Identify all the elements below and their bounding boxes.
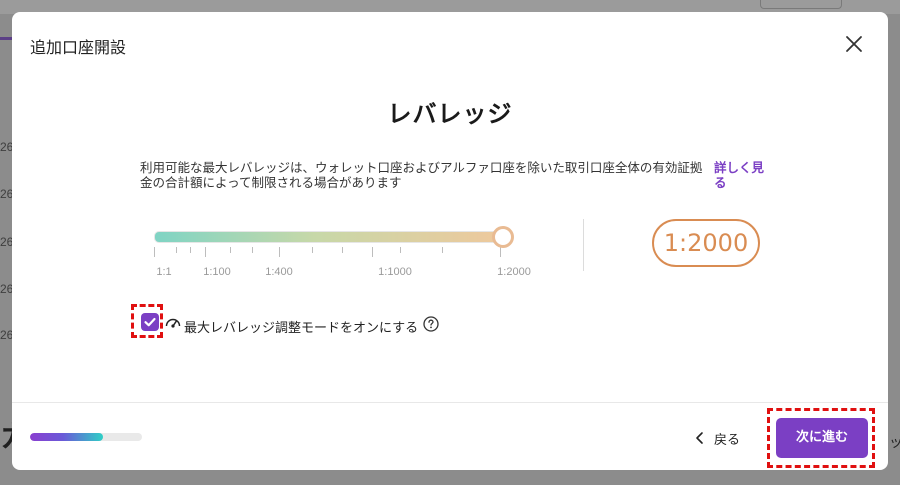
step-progress-fill: [30, 433, 103, 441]
slider-tick-label: 1:2000: [497, 266, 531, 278]
step-progress-bar: [30, 433, 142, 441]
background-top-button: [760, 0, 842, 9]
slider-tick: [190, 247, 191, 253]
leverage-slider[interactable]: 1:1 1:100 1:400 1:1000 1:2000: [152, 217, 531, 287]
vertical-divider: [583, 219, 584, 271]
add-account-modal: 追加口座開設 レバレッジ 利用可能な最大レバレッジは、ウォレット口座およびアルフ…: [12, 12, 888, 470]
slider-tick: [442, 247, 443, 253]
leverage-description: 利用可能な最大レバレッジは、ウォレット口座およびアルファ口座を除いた取引口座全体…: [140, 160, 703, 190]
slider-tick: [205, 247, 206, 257]
slider-tick-label: 1:1000: [378, 266, 412, 278]
slider-tick: [372, 247, 373, 257]
learn-more-link[interactable]: 詳しく見る: [714, 160, 764, 190]
slider-tick: [342, 247, 343, 253]
slider-tick: [176, 247, 177, 253]
slider-track[interactable]: [154, 231, 510, 243]
slider-tick: [252, 247, 253, 253]
slider-tick: [400, 247, 401, 253]
next-button[interactable]: 次に進む: [776, 418, 868, 458]
slider-tick: [279, 247, 280, 257]
back-button-label: 戻る: [714, 432, 741, 448]
slider-tick: [500, 247, 501, 257]
background-accent-line: [0, 37, 12, 40]
back-button[interactable]: 戻る: [694, 428, 740, 448]
max-leverage-mode-checkbox[interactable]: [141, 313, 159, 331]
modal-title: 追加口座開設: [30, 38, 127, 57]
slider-tick: [312, 247, 313, 253]
gauge-icon: [164, 314, 182, 332]
modal-header: 追加口座開設: [12, 12, 888, 74]
section-heading: レバレッジ: [387, 100, 513, 128]
slider-tick: [230, 247, 231, 253]
footer-divider: [12, 402, 888, 403]
background-text-fragment: ッ: [889, 435, 900, 451]
chevron-left-icon: [696, 432, 703, 444]
slider-tick-label: 1:1: [156, 266, 172, 278]
leverage-value-display: 1:2000: [652, 219, 760, 267]
max-leverage-mode-label[interactable]: 最大レバレッジ調整モードをオンにする: [184, 317, 418, 336]
close-icon: [846, 36, 862, 52]
close-button[interactable]: [842, 32, 866, 56]
slider-tick: [154, 247, 155, 257]
question-circle-icon[interactable]: [423, 316, 439, 332]
check-icon: [144, 317, 156, 327]
slider-tick-label: 1:100: [203, 266, 231, 278]
slider-tick-label: 1:400: [265, 266, 293, 278]
slider-thumb[interactable]: [492, 226, 514, 248]
